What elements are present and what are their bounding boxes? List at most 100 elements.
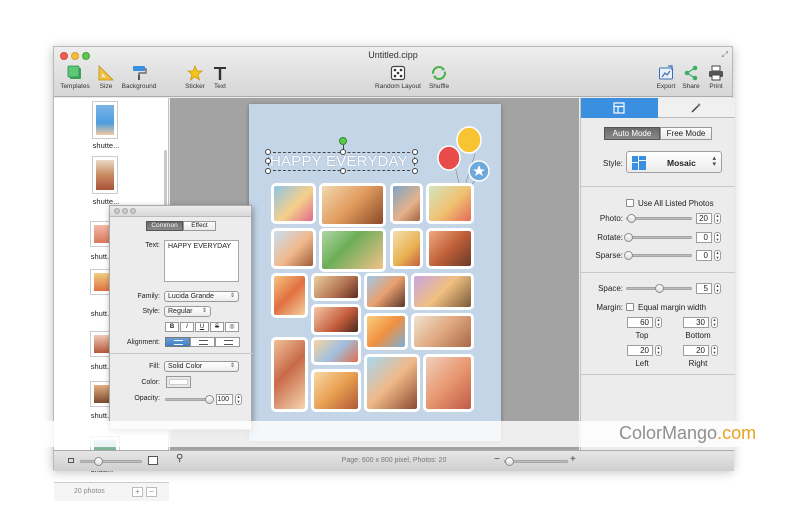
sticker-button[interactable]: Sticker [182,65,208,90]
align-left-button[interactable] [165,337,190,347]
photo-cell[interactable] [364,354,420,412]
margin-bottom-stepper[interactable]: ▲ ▼ [711,317,718,328]
rotate-slider-track[interactable] [626,236,692,239]
photo-cell[interactable] [311,369,361,412]
tab-effect[interactable]: Effect [183,221,216,231]
resize-handle[interactable] [265,149,271,155]
margin-right-stepper[interactable]: ▲ ▼ [711,345,718,356]
photo-cell[interactable] [271,228,316,269]
bold-button[interactable]: B [165,322,179,332]
photo-cell[interactable] [271,183,316,224]
random-layout-button[interactable]: Random Layout [372,65,424,90]
photo-thumbnail[interactable] [92,156,118,194]
rotate-slider-knob[interactable] [624,233,633,242]
text-inspector-panel[interactable]: Common Effect Text: HAPPY EVERYDAY Famil… [109,205,253,430]
margin-bottom-field[interactable]: 30 [683,317,709,328]
space-slider-knob[interactable] [654,284,664,293]
color-well[interactable] [166,376,191,388]
photo-cell[interactable] [390,183,423,224]
opacity-slider-knob[interactable] [205,395,214,404]
align-right-button[interactable] [215,337,240,347]
auto-mode-button[interactable]: Auto Mode [604,127,660,140]
photo-cell[interactable] [319,183,386,227]
fill-type-select[interactable]: Solid Color ⇕ [164,361,239,372]
resize-handle[interactable] [412,149,418,155]
sparse-stepper[interactable]: ▲ ▼ [714,250,721,261]
photo-cell[interactable] [411,313,474,350]
equal-margin-checkbox[interactable] [626,303,634,311]
tab-effects[interactable] [658,98,735,118]
tab-layout[interactable] [581,98,658,118]
photo-thumbnail[interactable] [92,101,118,139]
space-field[interactable]: 5 [696,283,712,294]
opacity-stepper[interactable]: ▲ ▼ [235,394,242,405]
add-photo-button[interactable]: + [132,487,143,497]
photo-cell[interactable] [271,273,308,318]
minimize-panel-button[interactable] [122,208,128,214]
close-panel-button[interactable] [114,208,120,214]
text-content-field[interactable]: HAPPY EVERYDAY [164,240,239,282]
text-inspector-titlebar[interactable] [110,206,251,217]
strikethrough-button[interactable]: S [210,322,224,332]
remove-photo-button[interactable]: − [146,487,157,497]
underline-button[interactable]: U [195,322,209,332]
margin-left-stepper[interactable]: ▲ ▼ [655,345,662,356]
free-mode-button[interactable]: Free Mode [660,127,712,140]
italic-button[interactable]: I [180,322,194,332]
opacity-field[interactable]: 100 [216,394,233,405]
photo-cell[interactable] [311,337,361,365]
margin-top-stepper[interactable]: ▲ ▼ [655,317,662,328]
tab-common[interactable]: Common [146,221,183,231]
text-button[interactable]: Text [210,65,230,90]
zoom-out-icon[interactable]: − [494,454,500,465]
photo-cell[interactable] [271,337,308,412]
space-stepper[interactable]: ▲ ▼ [714,283,721,294]
margin-right-field[interactable]: 20 [683,345,709,356]
resize-handle[interactable] [340,168,346,174]
photo-count-slider-knob[interactable] [627,214,637,223]
photo-cell[interactable] [390,228,423,269]
shuffle-button[interactable]: Shuffle [426,65,452,90]
zoom-slider-knob[interactable] [505,457,514,466]
style-select[interactable]: Mosaic ▴ ▾ [626,151,722,173]
rotate-stepper[interactable]: ▲ ▼ [714,232,721,243]
margin-left-field[interactable]: 20 [627,345,653,356]
use-all-photos-checkbox[interactable] [626,199,634,207]
zoom-in-icon[interactable]: + [570,454,576,465]
resize-handle[interactable] [412,158,418,164]
font-style-select[interactable]: Regular ⇕ [164,306,211,317]
photo-cell[interactable] [426,183,474,224]
resize-handle[interactable] [265,158,271,164]
resize-handle[interactable] [265,168,271,174]
photo-cell[interactable] [364,313,408,350]
photo-cell[interactable] [311,273,361,301]
resize-handle[interactable] [412,168,418,174]
sparse-slider-track[interactable] [626,254,692,257]
size-button[interactable]: Size [94,65,118,90]
outline-button[interactable]: ◎ [225,322,239,332]
rotate-field[interactable]: 0 [696,232,712,243]
photo-cell[interactable] [411,273,474,310]
fullscreen-icon[interactable]: ⤢ [722,50,728,60]
margin-top-field[interactable]: 60 [627,317,653,328]
photo-cell[interactable] [426,228,474,269]
rotate-handle[interactable] [339,137,347,145]
sparse-field[interactable]: 0 [696,250,712,261]
collage-page[interactable]: HAPPY EVERYDAY [249,104,501,441]
sparse-slider-knob[interactable] [624,251,633,260]
photo-cell[interactable] [364,273,408,310]
photo-cell[interactable] [423,354,474,412]
photo-cell[interactable] [311,304,361,335]
background-button[interactable]: Background [120,65,158,90]
align-center-button[interactable] [190,337,215,347]
zoom-panel-button[interactable] [130,208,136,214]
print-button[interactable]: Print [704,65,728,90]
font-family-select[interactable]: Lucida Grande ⇕ [164,291,239,302]
export-button[interactable]: Export [654,65,678,90]
templates-button[interactable]: Templates [58,65,92,90]
share-button[interactable]: Share [680,65,702,90]
photo-count-stepper[interactable]: ▲ ▼ [714,213,721,224]
photo-count-field[interactable]: 20 [696,213,712,224]
resize-handle[interactable] [340,149,346,155]
photo-cell[interactable] [319,228,386,272]
